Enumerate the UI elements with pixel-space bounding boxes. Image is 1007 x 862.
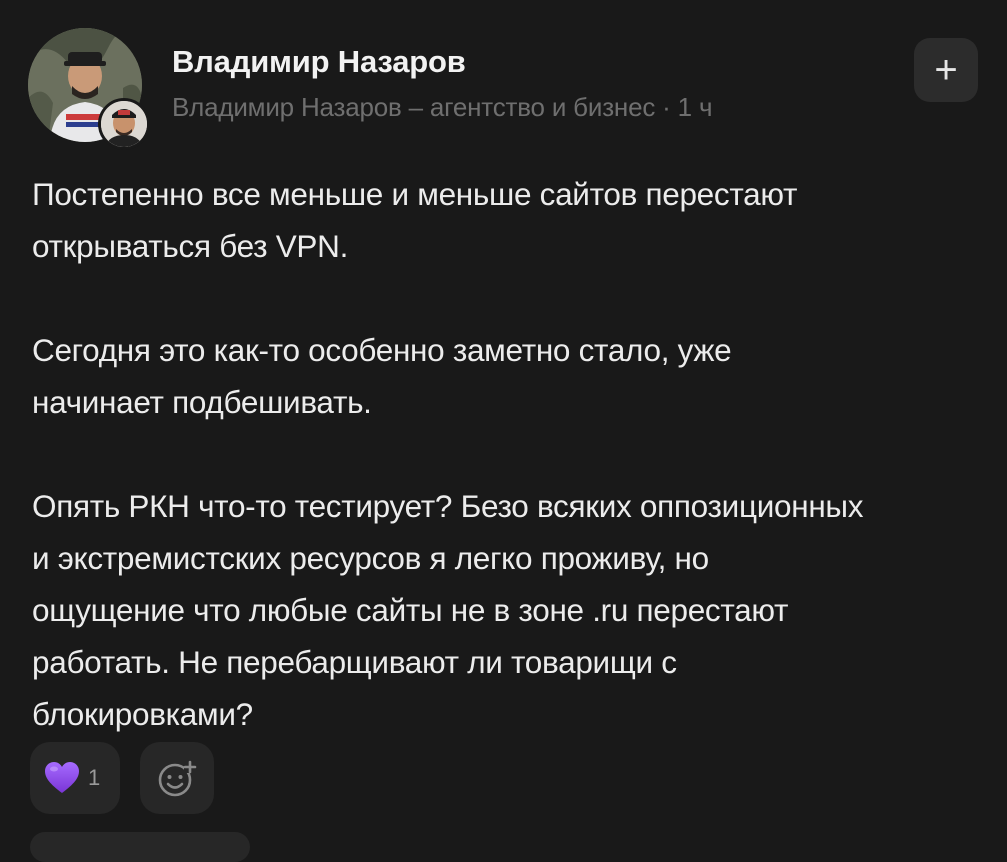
add-reaction-icon	[158, 760, 197, 797]
channel-avatar	[98, 98, 150, 150]
channel-name[interactable]: Владимир Назаров – агентство и бизнес	[172, 92, 655, 122]
post-paragraph: Постепенно все меньше и меньше сайтов пе…	[32, 176, 798, 264]
post-paragraph: Опять РКН что-то тестирует? Безо всяких …	[32, 488, 864, 732]
comments-bar-partial[interactable]	[30, 832, 250, 862]
reaction-count: 1	[88, 765, 101, 790]
author-name[interactable]: Владимир Назаров	[172, 44, 466, 80]
add-reaction-button[interactable]	[140, 742, 214, 814]
plus-icon: +	[934, 48, 958, 92]
reaction-heart-chip[interactable]: 1	[30, 742, 120, 814]
post-meta: Владимир Назаров – агентство и бизнес · …	[172, 92, 712, 123]
meta-separator: ·	[655, 92, 678, 122]
post-time: 1 ч	[677, 92, 713, 122]
post-body: Постепенно все меньше и меньше сайтов пе…	[32, 168, 992, 740]
purple-heart-icon	[45, 762, 79, 793]
follow-button[interactable]: +	[914, 38, 978, 102]
author-avatar[interactable]	[28, 28, 150, 150]
post-paragraph: Сегодня это как-то особенно заметно стал…	[32, 332, 732, 420]
